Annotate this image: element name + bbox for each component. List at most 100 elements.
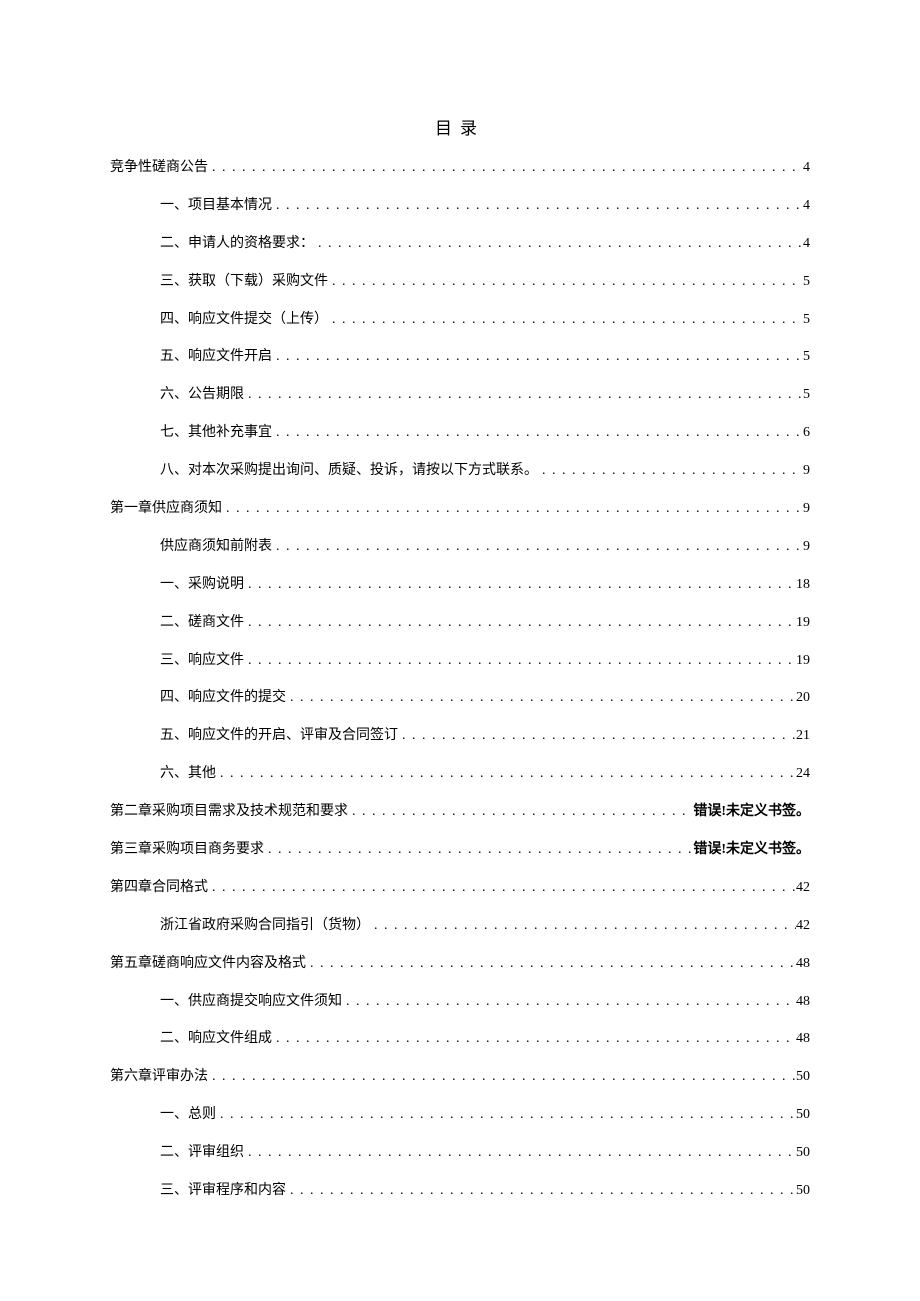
toc-entry-page: 5 <box>803 346 810 368</box>
toc-entry-label: 浙江省政府采购合同指引（货物） <box>160 915 370 937</box>
toc-entry-label: 一、采购说明 <box>160 574 244 596</box>
toc-entry: 二、申请人的资格要求：4 <box>110 233 810 255</box>
toc-entry: 第四章合同格式 42 <box>110 877 810 899</box>
toc-entry-label: 第一章供应商须知 <box>110 498 222 520</box>
toc-entry-label: 一、总则 <box>160 1104 216 1126</box>
toc-entry-page: 48 <box>796 991 810 1013</box>
toc-entry: 四、响应文件提交（上传） 5 <box>110 309 810 331</box>
toc-leader-dots <box>348 801 693 823</box>
toc-entry-label: 四、响应文件的提交 <box>160 687 286 709</box>
toc-entry-label: 一、项目基本情况 <box>160 195 272 217</box>
toc-leader-dots <box>216 1104 796 1126</box>
toc-entry-label: 六、公告期限 <box>160 384 244 406</box>
toc-entry-page: 50 <box>796 1066 810 1088</box>
toc-entry: 二、响应文件组成 48 <box>110 1028 810 1050</box>
toc-entry-label: 六、其他 <box>160 763 216 785</box>
toc-entry-label: 七、其他补充事宜 <box>160 422 272 444</box>
toc-entry-label: 第六章评审办法 <box>110 1066 208 1088</box>
toc-leader-dots <box>244 650 796 672</box>
toc-entry-page: 4 <box>803 195 810 217</box>
toc-leader-dots <box>370 915 796 937</box>
toc-entry: 三、获取（下载）采购文件5 <box>110 271 810 293</box>
toc-entry-page: 21 <box>796 725 810 747</box>
toc-entry-label: 三、响应文件 <box>160 650 244 672</box>
toc-entry-label: 二、评审组织 <box>160 1142 244 1164</box>
toc-leader-dots <box>306 953 796 975</box>
toc-entry: 五、响应文件的开启、评审及合同签订 21 <box>110 725 810 747</box>
toc-leader-dots <box>208 157 803 179</box>
toc-leader-dots <box>286 1180 796 1202</box>
toc-entry: 一、总则 50 <box>110 1104 810 1126</box>
toc-leader-dots <box>272 422 803 444</box>
toc-leader-dots <box>264 839 693 861</box>
toc-entry-page: 24 <box>796 763 810 785</box>
toc-leader-dots <box>314 233 803 255</box>
toc-entry: 二、评审组织 50 <box>110 1142 810 1164</box>
toc-entry-page: 50 <box>796 1104 810 1126</box>
toc-leader-dots <box>244 574 796 596</box>
toc-leader-dots <box>208 877 796 899</box>
toc-entry-label: 四、响应文件提交（上传） <box>160 309 328 331</box>
toc-entry: 一、供应商提交响应文件须知48 <box>110 991 810 1013</box>
toc-entry: 第六章评审办法 50 <box>110 1066 810 1088</box>
toc-leader-dots <box>244 384 803 406</box>
toc-entry-page: 48 <box>796 1028 810 1050</box>
toc-entry: 竞争性磋商公告4 <box>110 157 810 179</box>
toc-leader-dots <box>398 725 796 747</box>
toc-entry: 三、响应文件19 <box>110 650 810 672</box>
toc-entry-label: 第四章合同格式 <box>110 877 208 899</box>
toc-entry: 三、评审程序和内容 50 <box>110 1180 810 1202</box>
toc-leader-dots <box>272 536 803 558</box>
toc-entry-page: 4 <box>803 233 810 255</box>
toc-entry: 供应商须知前附表 9 <box>110 536 810 558</box>
toc-entry-label: 三、评审程序和内容 <box>160 1180 286 1202</box>
toc-entry-page: 48 <box>796 953 810 975</box>
toc-leader-dots <box>328 309 803 331</box>
toc-entry-label: 第五章磋商响应文件内容及格式 <box>110 953 306 975</box>
toc-entry-page: 错误!未定义书签。 <box>693 839 810 861</box>
toc-entry: 第五章磋商响应文件内容及格式 48 <box>110 953 810 975</box>
toc-entry-page: 错误!未定义书签。 <box>693 801 810 823</box>
toc-title: 目录 <box>110 114 810 139</box>
toc-leader-dots <box>342 991 796 1013</box>
toc-list: 竞争性磋商公告4一、项目基本情况4二、申请人的资格要求：4三、获取（下载）采购文… <box>110 157 810 1202</box>
toc-entry-page: 50 <box>796 1142 810 1164</box>
toc-leader-dots <box>328 271 803 293</box>
toc-entry: 浙江省政府采购合同指引（货物） 42 <box>110 915 810 937</box>
toc-entry-page: 9 <box>803 498 810 520</box>
toc-entry-label: 二、磋商文件 <box>160 612 244 634</box>
toc-entry-page: 42 <box>796 915 810 937</box>
toc-leader-dots <box>538 460 803 482</box>
toc-leader-dots <box>216 763 796 785</box>
toc-entry: 二、磋商文件 19 <box>110 612 810 634</box>
toc-entry-label: 供应商须知前附表 <box>160 536 272 558</box>
toc-entry-page: 5 <box>803 384 810 406</box>
toc-entry-page: 19 <box>796 612 810 634</box>
toc-entry: 六、其他 24 <box>110 763 810 785</box>
toc-entry-page: 5 <box>803 309 810 331</box>
toc-entry-label: 五、响应文件的开启、评审及合同签订 <box>160 725 398 747</box>
toc-leader-dots <box>244 1142 796 1164</box>
toc-entry-page: 42 <box>796 877 810 899</box>
toc-entry-label: 第二章采购项目需求及技术规范和要求 <box>110 801 348 823</box>
toc-entry-page: 20 <box>796 687 810 709</box>
toc-entry: 一、项目基本情况 4 <box>110 195 810 217</box>
toc-entry-page: 18 <box>796 574 810 596</box>
toc-leader-dots <box>244 612 796 634</box>
toc-entry-label: 二、响应文件组成 <box>160 1028 272 1050</box>
toc-entry: 第三章采购项目商务要求 错误!未定义书签。 <box>110 839 810 861</box>
toc-entry: 八、对本次采购提出询问、质疑、投诉，请按以下方式联系。9 <box>110 460 810 482</box>
toc-entry-page: 6 <box>803 422 810 444</box>
toc-entry: 五、响应文件开启5 <box>110 346 810 368</box>
toc-entry: 第二章采购项目需求及技术规范和要求 错误!未定义书签。 <box>110 801 810 823</box>
toc-leader-dots <box>222 498 803 520</box>
toc-leader-dots <box>272 346 803 368</box>
toc-entry-label: 第三章采购项目商务要求 <box>110 839 264 861</box>
toc-entry: 四、响应文件的提交 20 <box>110 687 810 709</box>
toc-leader-dots <box>272 1028 796 1050</box>
toc-entry-label: 三、获取（下载）采购文件 <box>160 271 328 293</box>
toc-entry-page: 9 <box>803 536 810 558</box>
toc-entry-page: 50 <box>796 1180 810 1202</box>
document-page: 目录 竞争性磋商公告4一、项目基本情况4二、申请人的资格要求：4三、获取（下载）… <box>0 0 920 1301</box>
toc-leader-dots <box>208 1066 796 1088</box>
